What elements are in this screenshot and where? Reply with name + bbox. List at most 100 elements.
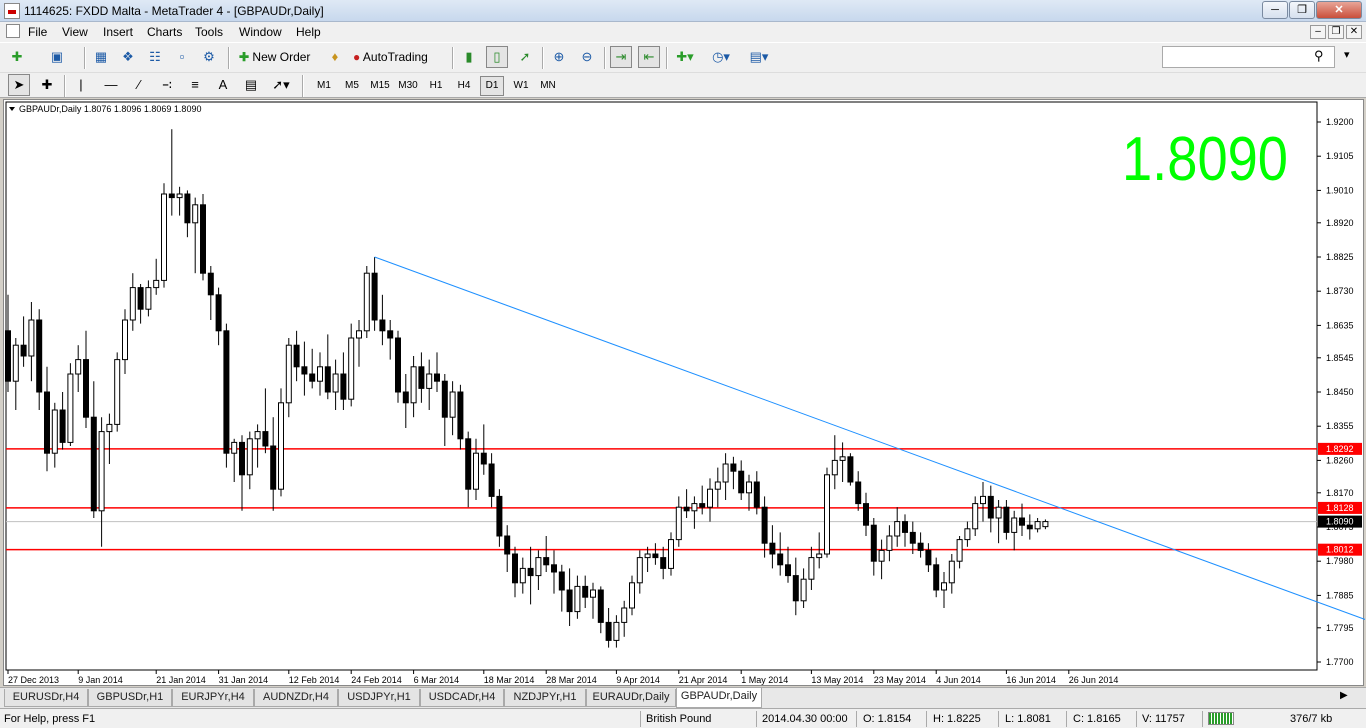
candle-body [792,575,799,602]
x-axis-label: 6 Mar 2014 [414,675,460,685]
text-icon[interactable]: A [212,74,234,96]
window-title: 1114625: FXDD Malta - MetaTrader 4 - [GB… [24,4,324,18]
candle-body [36,319,43,393]
timeframe-mn[interactable]: MN [536,76,560,96]
child-chart-icon[interactable] [6,24,20,38]
cursor-icon[interactable]: ➤ [8,74,30,96]
line-studies-toolbar: ➤ ✚ | — ∕ ∹ ≡ A ▤ ➚▾ M1 M5 M15 M30 H1 H4 D1 W1 M… [0,72,1366,98]
candle-body [644,553,651,559]
candle-body [730,463,737,472]
menu-help[interactable]: Help [296,25,321,39]
y-axis-label: 1.7885 [1326,590,1354,600]
maximize-button[interactable]: ❐ [1289,1,1315,19]
chart-tab-gbpusdr-h1[interactable]: GBPUSDr,H1 [88,689,172,707]
tabs-scroll-right-icon[interactable]: ▶ [1340,690,1348,701]
timeframe-m30[interactable]: M30 [396,76,420,96]
search-icon[interactable]: ⚲ [1314,48,1324,64]
chart-header: GBPAUDr,Daily 1.8076 1.8096 1.8069 1.809… [19,104,201,114]
chart-tab-gbpaudr-daily[interactable]: GBPAUDr,Daily [676,688,762,708]
text-label-icon[interactable]: ▤ [240,74,262,96]
timeframe-m1[interactable]: M1 [312,76,336,96]
timeframe-h1[interactable]: H1 [424,76,448,96]
chart-tab-nzdjpyr-h1[interactable]: NZDJPYr,H1 [504,689,586,707]
candlestick-chart-icon[interactable]: ▯ [486,46,508,68]
terminal-icon[interactable]: ▫ [171,46,193,68]
auto-scroll-icon[interactable]: ⇥ [610,46,632,68]
metaeditor-icon[interactable]: ♦ [324,46,346,68]
menu-tools[interactable]: Tools [195,25,223,39]
timeframe-m5[interactable]: M5 [340,76,364,96]
strategy-tester-icon[interactable]: ⚙ [198,46,220,68]
navigator-icon[interactable]: ❖ [117,46,139,68]
candle-body [410,366,417,404]
candle-body [44,391,50,454]
menu-charts[interactable]: Charts [147,25,182,39]
chart-tab-audnzdr-h4[interactable]: AUDNZDr,H4 [254,689,338,707]
autotrading-button[interactable]: ● AutoTrading [350,46,446,68]
candle-body [207,272,214,296]
menu-view[interactable]: View [62,25,88,39]
indicators-icon[interactable]: ✚▾ [674,46,696,68]
toolbar-separator [228,47,230,69]
candle-body [574,585,581,613]
plot-area[interactable] [5,101,1318,671]
mdi-restore-button[interactable]: ❐ [1328,25,1344,39]
trendline-icon[interactable]: ∕ [128,74,150,96]
close-button[interactable]: ✕ [1316,1,1362,19]
level-price-label: 1.8128 [1326,503,1354,513]
timeframe-m15[interactable]: M15 [368,76,392,96]
zoom-out-icon[interactable]: ⊖ [576,46,598,68]
new-order-button[interactable]: ✚ New Order [236,46,320,68]
x-axis-label: 21 Jan 2014 [156,675,206,685]
chart-window[interactable]: 1.9200 1.9105 1.9010 1.8920 1.8825 1.8730 1.86… [3,99,1365,687]
zoom-in-icon[interactable]: ⊕ [548,46,570,68]
status-volume: V: 11757 [1142,713,1185,725]
horizontal-line-icon[interactable]: — [100,74,122,96]
vertical-line-icon[interactable]: | [70,74,92,96]
status-separator [1066,711,1067,727]
mdi-close-button[interactable]: ✕ [1346,25,1362,39]
price-chart[interactable]: 1.9200 1.9105 1.9010 1.8920 1.8825 1.8730 1.86… [4,100,1365,687]
timeframe-h4[interactable]: H4 [452,76,476,96]
search-input[interactable] [1162,46,1335,68]
fibonacci-icon[interactable]: ≡ [184,74,206,96]
templates-icon[interactable]: ▤▾ [748,46,770,68]
timeframe-w1[interactable]: W1 [509,76,533,96]
periods-icon[interactable]: ◷▾ [710,46,732,68]
candle-body [746,481,752,494]
chart-tab-eurusdr-h4[interactable]: EURUSDr,H4 [4,689,88,707]
chart-tab-usdjpyr-h1[interactable]: USDJPYr,H1 [338,689,420,707]
candle-body [215,294,222,332]
chart-shift-icon[interactable]: ⇤ [638,46,660,68]
candle-body [660,557,667,569]
chart-tab-usdcadr-h4[interactable]: USDCADr,H4 [420,689,504,707]
x-axis-label: 23 May 2014 [874,675,926,685]
bar-chart-icon[interactable]: ▮ [458,46,480,68]
menu-insert[interactable]: Insert [103,25,133,39]
minimize-button[interactable]: ─ [1262,1,1288,19]
toolbar-chevron-icon[interactable]: ▾ [1344,48,1350,61]
candle-body [12,344,19,382]
toolbar-separator [542,47,544,69]
chart-tab-eurjpyr-h4[interactable]: EURJPYr,H4 [172,689,254,707]
profiles-icon[interactable]: ▣ [46,46,68,68]
crosshair-icon[interactable]: ✚ [36,74,58,96]
new-chart-icon[interactable]: ✚ [6,46,28,68]
x-axis-label: 24 Feb 2014 [351,675,402,685]
market-watch-icon[interactable]: ▦ [90,46,112,68]
y-axis-label: 1.7795 [1326,623,1354,633]
equidistant-channel-icon[interactable]: ∹ [156,74,178,96]
toolbar-separator [666,47,668,69]
chart-tab-euraudr-daily[interactable]: EURAUDr,Daily [586,689,676,707]
candle-body [699,503,706,508]
candle-body [51,409,58,454]
menu-file[interactable]: File [28,25,47,39]
data-window-icon[interactable]: ☷ [144,46,166,68]
candle-body [629,582,635,609]
arrows-icon[interactable]: ➚▾ [270,74,292,96]
menu-window[interactable]: Window [239,25,282,39]
mdi-minimize-button[interactable]: – [1310,25,1326,39]
line-chart-icon[interactable]: ➚ [514,46,536,68]
candle-body [987,495,994,519]
timeframe-d1[interactable]: D1 [480,76,504,96]
